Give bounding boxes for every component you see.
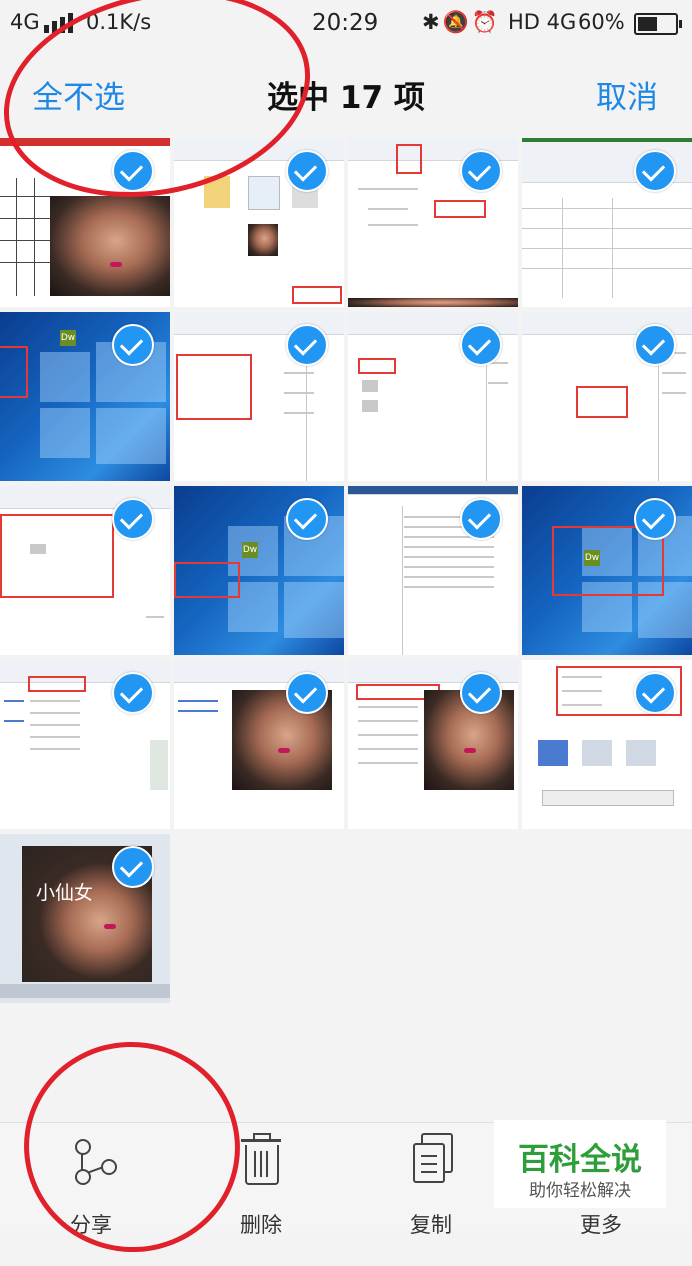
photo-thumbnail[interactable] [522,312,692,481]
delete-label: 删除 [240,1213,282,1237]
photo-thumbnail[interactable] [348,486,518,655]
photo-thumbnail[interactable]: Dw [174,486,344,655]
photo-thumbnail[interactable] [174,660,344,829]
photo-thumbnail[interactable] [348,138,518,307]
watermark-logo: 百科全说 助你轻松解决 [494,1120,666,1208]
copy-icon [405,1133,457,1189]
photo-thumbnail[interactable] [522,660,692,829]
selected-check-icon[interactable] [112,324,154,366]
mute-icon: 🔕 [442,10,472,34]
selected-check-icon[interactable] [634,150,676,192]
watermark-title: 百科全说 [518,1142,642,1178]
more-label: 更多 [580,1213,622,1237]
selected-check-icon[interactable] [112,672,154,714]
network-type: 4G [10,10,40,34]
battery-percent: 60% [578,10,625,34]
selected-check-icon[interactable] [286,324,328,366]
battery-icon [634,13,682,35]
alarm-icon: ⏰ [471,10,501,34]
selected-check-icon[interactable] [286,672,328,714]
cancel-button[interactable]: 取消 [596,72,658,117]
selected-check-icon[interactable] [634,324,676,366]
watermark-subtitle: 助你轻松解决 [529,1181,631,1201]
hd-network: HD 4G [508,10,577,34]
selected-check-icon[interactable] [460,498,502,540]
photo-thumbnail[interactable]: Dw [522,486,692,655]
copy-label: 复制 [410,1213,452,1237]
photo-thumbnail[interactable]: 小仙女 [0,834,170,1003]
trash-icon [235,1133,287,1189]
selected-check-icon[interactable] [460,324,502,366]
selected-check-icon[interactable] [634,672,676,714]
selected-check-icon[interactable] [634,498,676,540]
clock: 20:29 [312,10,379,36]
photo-thumbnail[interactable] [522,138,692,307]
photo-thumbnail[interactable] [348,660,518,829]
selected-check-icon[interactable] [286,498,328,540]
photo-caption-text: 小仙女 [36,882,94,904]
photo-thumbnail[interactable] [0,660,170,829]
selected-check-icon[interactable] [112,498,154,540]
selected-check-icon[interactable] [460,672,502,714]
selected-check-icon[interactable] [286,150,328,192]
status-icons: ✱🔕⏰ [422,10,501,35]
bluetooth-icon: ✱ [422,10,443,34]
selected-check-icon[interactable] [460,150,502,192]
photo-thumbnail[interactable] [348,312,518,481]
photo-thumbnail[interactable] [174,312,344,481]
photo-thumbnail[interactable] [0,486,170,655]
selected-check-icon[interactable] [112,846,154,888]
photo-thumbnail[interactable]: Dw [0,312,170,481]
copy-button[interactable]: 复制 [376,1133,486,1239]
